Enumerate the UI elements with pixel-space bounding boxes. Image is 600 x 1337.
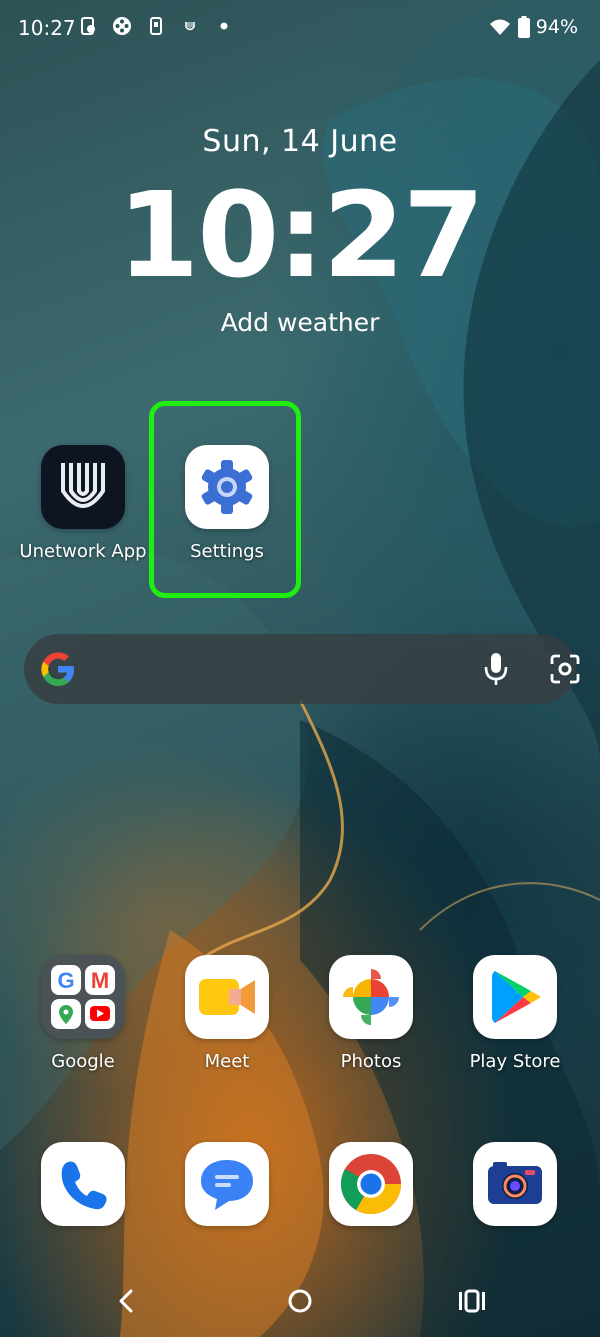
battery-percent: 94%: [535, 16, 578, 38]
svg-text:M: M: [91, 968, 109, 993]
phone-device-icon: [150, 17, 162, 35]
unetwork-icon: [41, 445, 125, 529]
selection-highlight: [149, 401, 301, 598]
svg-text:G: G: [57, 968, 74, 993]
app-label: Play Store: [469, 1051, 561, 1072]
phone-icon: [41, 1142, 125, 1226]
date-text[interactable]: Sun, 14 June: [0, 124, 600, 159]
play-store-icon: [473, 955, 557, 1039]
lens-icon[interactable]: [549, 653, 581, 685]
app-chrome[interactable]: [301, 1142, 441, 1226]
chrome-icon: [329, 1142, 413, 1226]
app-label: Unetwork App: [19, 541, 147, 562]
photos-icon: [329, 955, 413, 1039]
back-icon[interactable]: [112, 1286, 142, 1316]
app-label: Photos: [340, 1051, 402, 1072]
game-controller-icon: [113, 17, 131, 35]
battery-icon: [517, 16, 530, 38]
wifi-icon: [489, 19, 510, 35]
screen-record-icon: [81, 17, 95, 35]
clock-time[interactable]: 10:27: [0, 170, 600, 300]
app-camera[interactable]: [445, 1142, 585, 1226]
google-g-icon: [41, 652, 74, 686]
mic-icon[interactable]: [481, 651, 511, 687]
messages-icon: [185, 1142, 269, 1226]
unetwork-notif-icon: [185, 22, 195, 31]
app-photos[interactable]: Photos: [301, 955, 441, 1072]
meet-icon: [185, 955, 269, 1039]
app-label: Google: [51, 1051, 115, 1072]
recents-icon[interactable]: [456, 1286, 488, 1316]
google-folder-icon: G M: [41, 955, 125, 1039]
camera-icon: [473, 1142, 557, 1226]
app-unetwork[interactable]: Unetwork App: [13, 445, 153, 562]
home-icon[interactable]: [285, 1286, 315, 1316]
app-phone[interactable]: [13, 1142, 153, 1226]
dot-icon: [220, 22, 228, 30]
app-messages[interactable]: [157, 1142, 297, 1226]
app-label: Meet: [204, 1051, 250, 1072]
app-google-folder[interactable]: G M Google: [13, 955, 153, 1072]
app-meet[interactable]: Meet: [157, 955, 297, 1072]
google-search-bar[interactable]: [24, 634, 580, 704]
add-weather-link[interactable]: Add weather: [0, 308, 600, 337]
app-play-store[interactable]: Play Store: [445, 955, 585, 1072]
status-bar: 10:27 94%: [0, 0, 600, 58]
status-time: 10:27: [18, 16, 76, 40]
